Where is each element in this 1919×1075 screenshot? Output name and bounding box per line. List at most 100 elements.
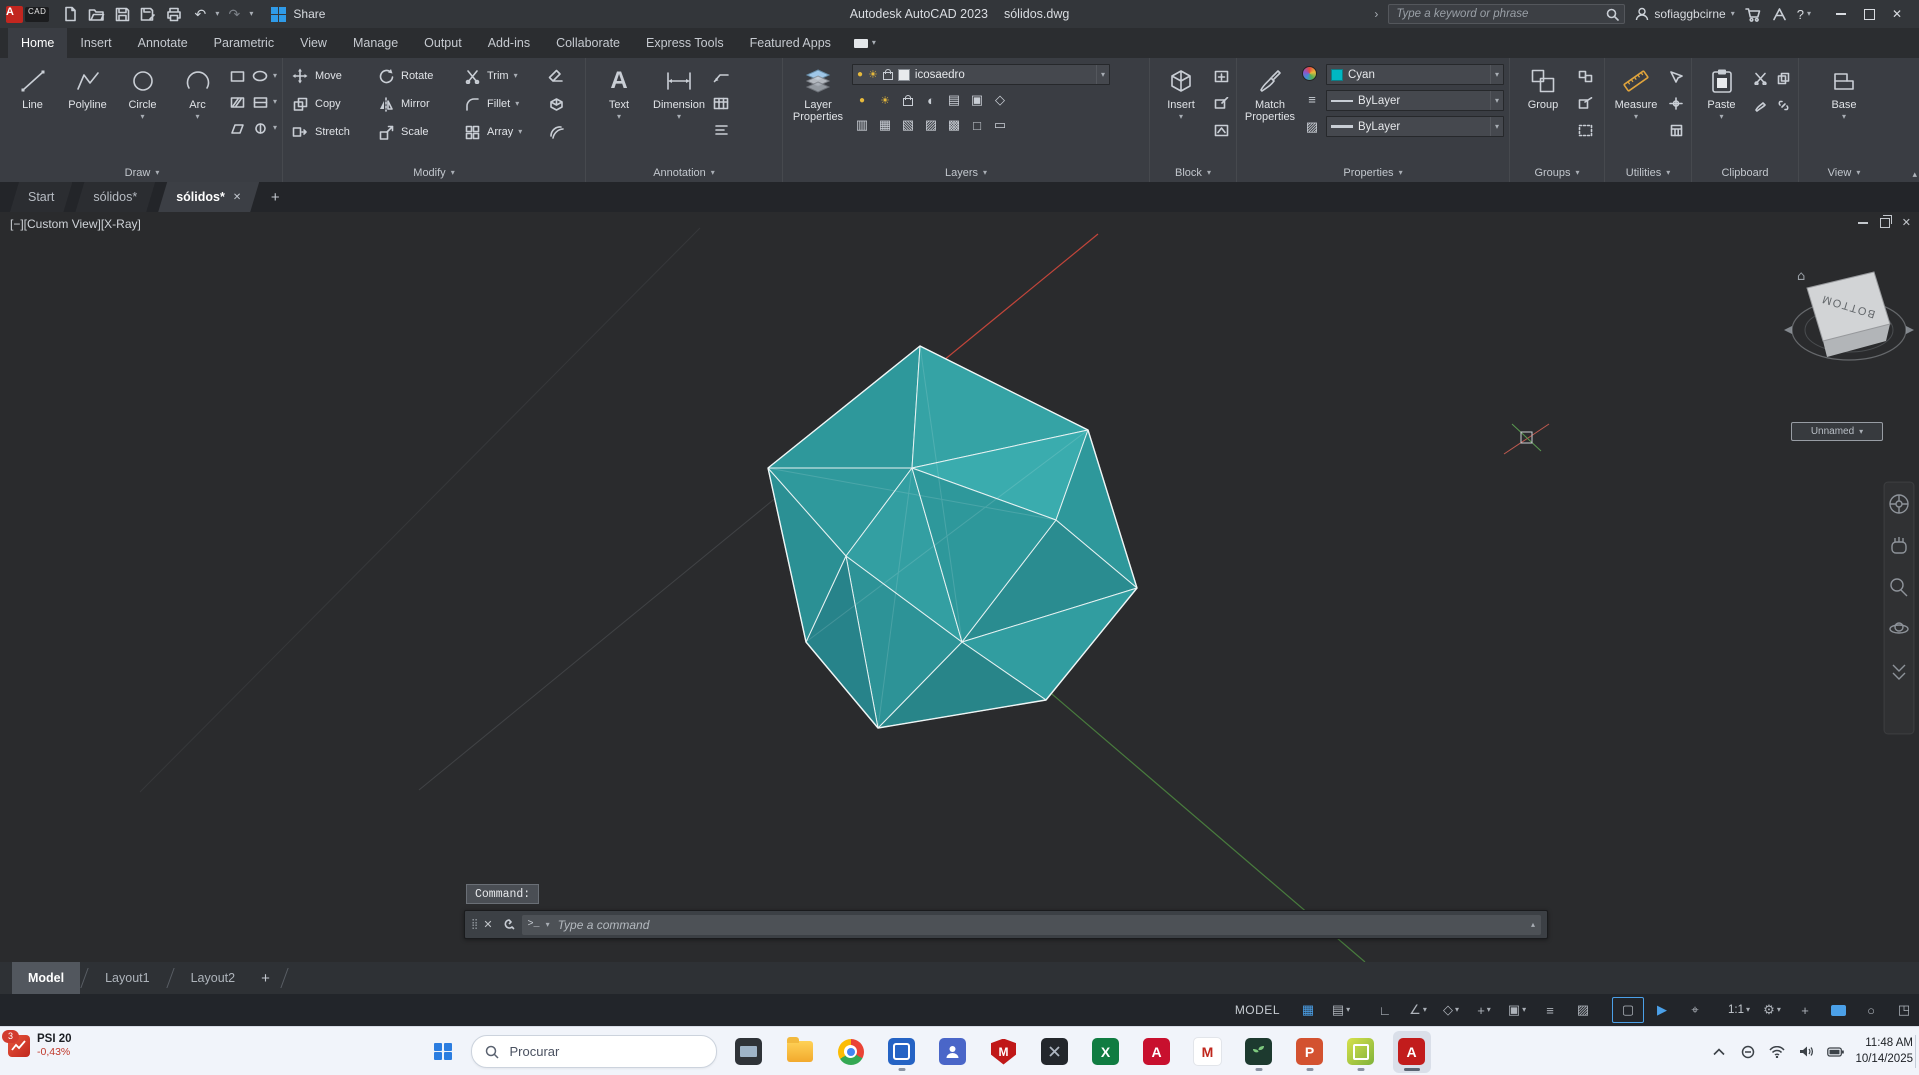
draw-panel-label[interactable]: Draw ▾ — [2, 163, 282, 182]
rotate-button[interactable]: Rotate — [374, 66, 460, 86]
gradient-tool-icon[interactable] — [250, 92, 270, 112]
viewport-close-icon[interactable]: ✕ — [1902, 216, 1911, 229]
erase-icon[interactable] — [546, 66, 566, 86]
viewcube-home-icon[interactable]: ⌂ — [1797, 269, 1805, 284]
cart-icon[interactable] — [1744, 7, 1762, 22]
view-name-badge[interactable]: Unnamed ▾ — [1791, 422, 1883, 441]
maximize-button[interactable] — [1855, 2, 1883, 26]
share-button[interactable]: Share — [271, 6, 325, 22]
leader-icon[interactable] — [711, 66, 731, 86]
layer-walk-icon[interactable]: ▥ — [852, 115, 872, 135]
file-tab-solidos-1[interactable]: sólidos* — [75, 182, 155, 212]
mirror-button[interactable]: Mirror — [374, 94, 460, 114]
fillet-button[interactable]: Fillet ▾ — [460, 94, 546, 114]
command-input[interactable] — [555, 916, 1525, 933]
command-history-caret-icon[interactable]: ▴ — [1531, 920, 1535, 929]
file-explorer-button[interactable] — [781, 1031, 819, 1073]
view-panel-label[interactable]: View ▾ — [1799, 163, 1889, 182]
file-tab-start[interactable]: Start — [10, 182, 72, 212]
modify-panel-label[interactable]: Modify ▾ — [283, 163, 585, 182]
autocad-logo[interactable]: A CAD — [6, 5, 50, 23]
blue-l-app-button[interactable] — [883, 1031, 921, 1073]
layer-select-combo[interactable]: ● ☀ icosaedro ▾ — [852, 64, 1110, 85]
copy-clip-icon[interactable] — [1773, 68, 1793, 88]
paste-button[interactable]: Paste ▾ — [1697, 62, 1746, 121]
new-file-button[interactable] — [59, 4, 81, 24]
polyline-button[interactable]: Polyline — [62, 62, 113, 111]
workspace-switching-button[interactable]: ⚙ ▾ — [1757, 998, 1787, 1022]
tab-layout2[interactable]: Layout2 — [175, 962, 251, 994]
id-point-icon[interactable] — [1666, 93, 1686, 113]
layer-prev-icon[interactable]: ◇ — [990, 90, 1010, 110]
rectangle-dropdown-icon[interactable]: ▾ — [273, 72, 277, 80]
viewport-controls-label[interactable]: [−][Custom View][X-Ray] — [10, 217, 141, 231]
layer-state-icon[interactable]: ▭ — [990, 115, 1010, 135]
tab-express-tools[interactable]: Express Tools — [633, 28, 737, 58]
tab-home[interactable]: Home — [8, 28, 68, 58]
layer-match-icon[interactable]: ▣ — [967, 90, 987, 110]
rectangle-tool-icon[interactable] — [227, 66, 247, 86]
clean-screen-toggle[interactable]: ◳ — [1889, 998, 1919, 1022]
layer-isolate-icon[interactable]: ◐ — [921, 90, 941, 110]
layer-merge-icon[interactable]: ▧ — [898, 115, 918, 135]
annotation-extra-icon[interactable] — [711, 120, 731, 140]
undo-dropdown-icon[interactable]: ▾ — [215, 10, 219, 18]
file-tab-close-icon[interactable]: ✕ — [233, 192, 241, 203]
layer-off-icon[interactable]: ● — [852, 90, 872, 110]
match-properties-button[interactable]: Match Properties — [1242, 62, 1298, 124]
tab-annotate[interactable]: Annotate — [125, 28, 201, 58]
line-button[interactable]: Line — [7, 62, 58, 111]
circle-button[interactable]: Circle ▾ — [117, 62, 168, 121]
command-customize-wrench-icon[interactable] — [500, 918, 515, 932]
clipboard-link-icon[interactable] — [1773, 95, 1793, 115]
explode-icon[interactable] — [546, 94, 566, 114]
command-bar-close-icon[interactable]: ✕ — [483, 918, 492, 931]
linetype-list-icon[interactable]: ≡ — [1302, 89, 1322, 109]
offset-icon[interactable] — [546, 122, 566, 142]
layer-delete-icon[interactable]: ▨ — [921, 115, 941, 135]
close-button[interactable]: ✕ — [1883, 2, 1911, 26]
block-create-icon[interactable] — [1211, 66, 1231, 86]
base-view-button[interactable]: Base ▾ — [1816, 62, 1872, 121]
stretch-button[interactable]: Stretch — [288, 122, 374, 142]
volume-icon[interactable] — [1797, 1043, 1815, 1061]
dimension-button[interactable]: Dimension ▾ — [651, 62, 707, 121]
lineweight-combo[interactable]: ByLayer ▾ — [1326, 116, 1504, 137]
viewport-minimize-icon[interactable] — [1857, 221, 1868, 224]
object-snap-toggle[interactable]: ▣ ▾ — [1502, 998, 1532, 1022]
chevron-right-icon[interactable]: › — [1374, 8, 1378, 20]
cut-icon[interactable] — [1750, 68, 1770, 88]
help-menu[interactable]: ? ▾ — [1797, 7, 1811, 22]
layer-vpfreeze-icon[interactable]: ▦ — [875, 115, 895, 135]
capture-app-button[interactable] — [1342, 1031, 1380, 1073]
tab-featured-apps[interactable]: Featured Apps — [737, 28, 844, 58]
group-edit-icon[interactable] — [1575, 93, 1595, 113]
autocad-taskbar-button[interactable]: A — [1392, 1030, 1431, 1073]
ribbon-collapse-icon[interactable]: ▴ — [1912, 169, 1917, 180]
layer-freeze-icon[interactable]: ☀ — [875, 90, 895, 110]
start-button[interactable] — [428, 1037, 458, 1067]
dynamic-ucs-toggle[interactable]: ⌖ — [1680, 998, 1710, 1022]
lineweight-toggle[interactable]: ≡ — [1535, 998, 1565, 1022]
array-button[interactable]: Array ▾ — [460, 122, 546, 142]
command-recent-dropdown-icon[interactable]: ▾ — [546, 920, 550, 929]
tab-layout1[interactable]: Layout1 — [89, 962, 165, 994]
tab-model[interactable]: Model — [12, 962, 81, 994]
drawing-area[interactable]: BOTTOM ⌂ [−][Custom View][X-Ray] ✕ Unnam… — [0, 212, 1919, 962]
green-app-button[interactable] — [1240, 1031, 1278, 1073]
transparency-toggle[interactable]: ▨ — [1568, 998, 1598, 1022]
powerpoint-button[interactable]: P — [1291, 1031, 1329, 1073]
grid-toggle[interactable]: ▦ — [1293, 998, 1323, 1022]
tab-manage[interactable]: Manage — [340, 28, 411, 58]
layer-properties-button[interactable]: Layer Properties — [788, 62, 848, 124]
new-drawing-tab-button[interactable]: + — [262, 182, 288, 212]
widgets-button[interactable]: 3 PSI 20 -0,43% — [2, 1029, 72, 1058]
taskbar-search-box[interactable] — [470, 1035, 717, 1068]
layer-copy-icon[interactable]: □ — [967, 115, 987, 135]
properties-panel-label[interactable]: Properties ▾ — [1237, 163, 1509, 182]
polar-tracking-toggle[interactable]: ∠ ▾ — [1403, 998, 1433, 1022]
ellipse-tool-icon[interactable] — [250, 66, 270, 86]
annotation-panel-label[interactable]: Annotation ▾ — [586, 163, 782, 182]
help-search-input[interactable] — [1394, 7, 1602, 21]
move-button[interactable]: Move — [288, 66, 374, 86]
